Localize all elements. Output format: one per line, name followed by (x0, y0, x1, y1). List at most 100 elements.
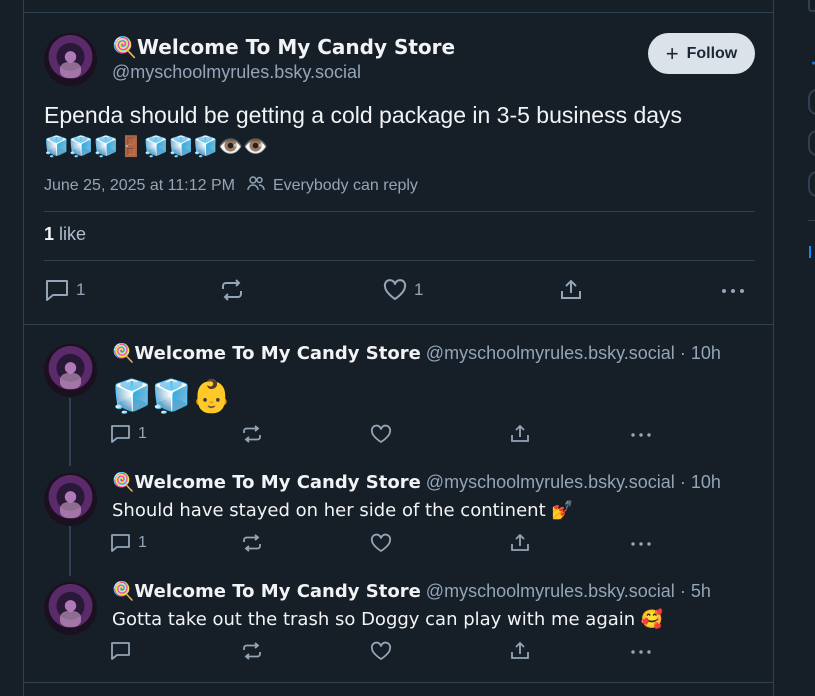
post-text-line: Ependa should be getting a cold package … (44, 102, 683, 128)
avatar[interactable] (44, 473, 97, 526)
follow-button[interactable]: + Follow (648, 33, 755, 74)
more-icon (631, 433, 651, 437)
reply-actions: 1 (110, 424, 670, 448)
reply-header: 🍭Welcome To My Candy Store @myschoolmyru… (112, 472, 721, 493)
sidebar-link-edge[interactable] (809, 246, 815, 258)
like-button[interactable] (370, 641, 392, 661)
plus-icon: + (665, 40, 679, 66)
divider (44, 211, 755, 212)
author-handle[interactable]: @myschoolmyrules.bsky.social (426, 472, 675, 492)
reply-count: 1 (138, 425, 147, 442)
like-button[interactable] (370, 424, 392, 444)
reply-actions: 1 (110, 533, 670, 557)
display-name[interactable]: 🍭Welcome To My Candy Store (112, 581, 421, 602)
post-actions: 1 1 (44, 276, 755, 306)
repost-button[interactable] (241, 533, 263, 553)
check-icon: ✓ (810, 53, 815, 70)
reply-icon (46, 280, 68, 301)
repost-icon (243, 642, 261, 660)
reply-icon (111, 642, 130, 660)
share-icon (511, 533, 529, 551)
author-handle[interactable]: @myschoolmyrules.bsky.social (426, 581, 675, 601)
reply-count: 1 (76, 280, 86, 299)
share-button[interactable] (509, 424, 531, 444)
repost-icon (222, 279, 242, 301)
divider (808, 220, 815, 221)
post-meta: June 25, 2025 at 11:12 PM Everybody can … (44, 175, 418, 196)
repost-button[interactable] (241, 424, 263, 444)
more-icon (631, 650, 651, 654)
thread-line (69, 398, 71, 466)
author-name-line[interactable]: 🍭Welcome To My Candy Store (112, 35, 455, 60)
reply-icon (111, 534, 130, 552)
more-button[interactable] (720, 278, 746, 302)
divider (24, 324, 773, 325)
reply-text: Gotta take out the trash so Doggy can pl… (112, 609, 664, 630)
reply-header: 🍭Welcome To My Candy Store @myschoolmyru… (112, 581, 711, 602)
reply-time[interactable]: · 5h (680, 581, 711, 601)
share-icon (511, 641, 529, 659)
share-button[interactable] (558, 278, 584, 302)
divider (44, 260, 755, 261)
reply-button[interactable]: 1 (110, 533, 147, 553)
sidebar-control[interactable] (808, 130, 815, 156)
display-name[interactable]: 🍭Welcome To My Candy Store (112, 343, 421, 364)
post-text-emoji-line: 🧊🧊🧊🚪🧊🧊🧊👁️👁️ (44, 134, 269, 158)
reply-actions (110, 641, 670, 665)
more-icon (631, 542, 651, 546)
reply-button[interactable]: 1 (44, 278, 85, 302)
reply-icon (111, 425, 130, 443)
like-button[interactable]: 1 (382, 278, 423, 302)
left-gutter (0, 0, 23, 696)
author-handle[interactable]: @myschoolmyrules.bsky.social (112, 62, 361, 83)
more-button[interactable] (630, 641, 652, 661)
share-icon (561, 279, 581, 299)
like-action-count: 1 (414, 280, 424, 299)
share-button[interactable] (509, 641, 531, 661)
search-box-edge[interactable] (808, 0, 815, 12)
more-button[interactable] (630, 533, 652, 553)
reply-time[interactable]: · 10h (680, 472, 721, 492)
reply-time[interactable]: · 10h (680, 343, 721, 363)
more-button[interactable] (630, 424, 652, 444)
avatar[interactable] (44, 344, 97, 397)
divider (24, 12, 773, 13)
sidebar-control[interactable] (808, 89, 815, 115)
like-button[interactable] (370, 533, 392, 553)
heart-icon (370, 424, 392, 443)
repost-icon (243, 425, 261, 443)
reply-header: 🍭Welcome To My Candy Store @myschoolmyru… (112, 343, 721, 364)
like-word: like (59, 224, 87, 244)
author-handle[interactable]: @myschoolmyrules.bsky.social (426, 343, 675, 363)
post-text: Ependa should be getting a cold package … (44, 100, 744, 162)
display-name[interactable]: 🍭Welcome To My Candy Store (112, 472, 421, 493)
heart-icon (383, 279, 407, 300)
repost-icon (243, 534, 261, 552)
post-timestamp[interactable]: June 25, 2025 at 11:12 PM (44, 177, 235, 195)
repost-button[interactable] (241, 641, 263, 661)
sidebar-control[interactable] (808, 171, 815, 197)
people-icon (247, 175, 265, 196)
share-button[interactable] (509, 533, 531, 553)
like-count: 1 (44, 224, 55, 244)
avatar[interactable] (44, 582, 97, 635)
right-sidebar: ✓ (774, 0, 815, 696)
heart-icon (370, 533, 392, 552)
follow-label: Follow (686, 44, 738, 62)
avatar[interactable] (44, 33, 97, 86)
reply-text: 🧊🧊👶 (112, 377, 232, 415)
like-count-link[interactable]: 1 like (44, 224, 86, 245)
post-thread: 🍭Welcome To My Candy Store @myschoolmyru… (23, 0, 775, 696)
reply-button[interactable]: 1 (110, 424, 147, 444)
display-name[interactable]: 🍭Welcome To My Candy Store (112, 35, 455, 59)
heart-icon (370, 641, 392, 660)
more-icon (722, 289, 744, 293)
thread-line (69, 526, 71, 576)
reply-count: 1 (138, 534, 147, 551)
reply-setting[interactable]: Everybody can reply (273, 177, 418, 195)
repost-button[interactable] (219, 278, 245, 302)
reply-text: Should have stayed on her side of the co… (112, 500, 574, 521)
share-icon (511, 424, 529, 442)
reply-button[interactable] (110, 641, 138, 661)
divider (24, 682, 775, 683)
